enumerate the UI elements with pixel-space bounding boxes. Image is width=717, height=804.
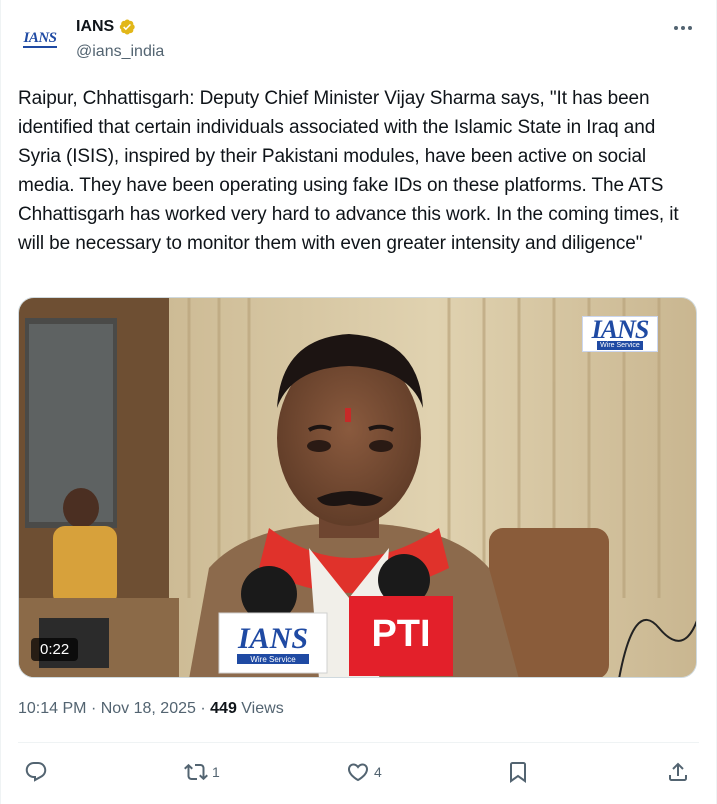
retweet-count: 1 [212, 764, 220, 780]
mic-right-label: PTI [371, 613, 430, 655]
bookmark-button[interactable] [506, 754, 530, 790]
tweet-card: IANS IANS @ians_india Raipur, Chhattisga… [0, 0, 717, 804]
reply-button[interactable] [24, 754, 48, 790]
video-frame: IANS Wire Service PTI [19, 298, 696, 677]
video-duration: 0:22 [31, 638, 79, 661]
share-button[interactable] [666, 754, 690, 790]
watermark-text: IANS [591, 314, 650, 344]
meta-separator: · [200, 700, 206, 717]
display-name[interactable]: IANS [76, 18, 114, 36]
video-player[interactable]: IANS Wire Service PTI IANS Wire Service … [18, 297, 697, 678]
tweet-date[interactable]: Nov 18, 2025 [101, 700, 196, 717]
share-icon [669, 762, 687, 781]
meta-separator: · [90, 700, 97, 717]
watermark-logo: IANS Wire Service [582, 316, 658, 352]
watermark-sub: Wire Service [597, 340, 643, 350]
mic-left-sub: Wire Service [250, 655, 296, 664]
action-bar: 1 4 [18, 754, 699, 790]
avatar-logo: IANS [23, 29, 57, 48]
tweet-text: Raipur, Chhattisgarh: Deputy Chief Minis… [18, 88, 684, 254]
tweet-header: IANS IANS @ians_india [18, 14, 700, 64]
avatar[interactable]: IANS [18, 17, 62, 61]
mic-left-label: IANS [237, 622, 308, 655]
like-button[interactable]: 4 [346, 754, 382, 790]
views-label: Views [241, 700, 284, 717]
like-count: 4 [374, 764, 382, 780]
name-line: IANS [76, 18, 136, 36]
reply-icon [25, 762, 47, 782]
divider [18, 742, 699, 743]
retweet-button[interactable]: 1 [184, 754, 220, 790]
views-count: 449 [210, 700, 237, 717]
bookmark-icon [510, 762, 526, 783]
tweet-meta: 10:14 PM · Nov 18, 2025 · 449 Views [18, 700, 284, 718]
heart-icon [347, 763, 369, 782]
more-options-icon[interactable] [670, 18, 696, 38]
tweet-time[interactable]: 10:14 PM [18, 700, 86, 717]
verified-badge-icon [120, 19, 135, 35]
retweet-icon [184, 763, 208, 781]
handle[interactable]: @ians_india [76, 43, 164, 61]
